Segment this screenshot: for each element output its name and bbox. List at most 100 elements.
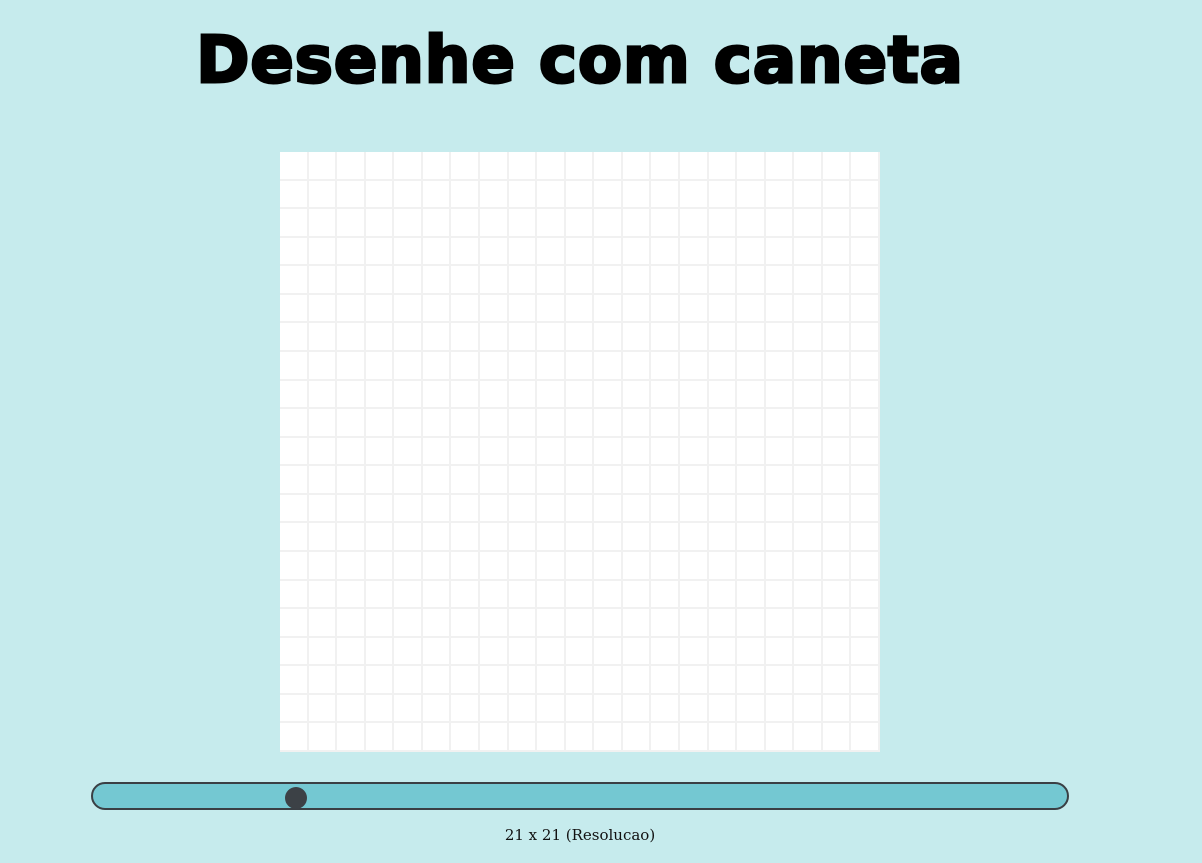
canvas-cell[interactable] <box>822 666 852 695</box>
canvas-cell[interactable] <box>422 152 452 181</box>
canvas-cell[interactable] <box>765 609 795 638</box>
canvas-cell[interactable] <box>565 609 595 638</box>
canvas-cell[interactable] <box>422 723 452 752</box>
canvas-cell[interactable] <box>594 380 623 410</box>
canvas-cell[interactable] <box>851 237 880 267</box>
canvas-cell[interactable] <box>394 380 423 410</box>
canvas-cell[interactable] <box>337 494 366 524</box>
canvas-cell[interactable] <box>451 180 480 210</box>
canvas-cell[interactable] <box>822 409 852 438</box>
canvas-cell[interactable] <box>394 209 423 238</box>
canvas-cell[interactable] <box>337 209 366 238</box>
canvas-cell[interactable] <box>422 694 452 724</box>
canvas-cell[interactable] <box>308 723 338 752</box>
canvas-cell[interactable] <box>822 494 852 524</box>
canvas-cell[interactable] <box>765 523 795 552</box>
canvas-cell[interactable] <box>594 266 623 295</box>
canvas-cell[interactable] <box>365 237 395 267</box>
canvas-cell[interactable] <box>594 523 623 552</box>
canvas-cell[interactable] <box>537 637 566 667</box>
canvas-cell[interactable] <box>537 437 566 467</box>
canvas-cell[interactable] <box>679 609 709 638</box>
canvas-cell[interactable] <box>679 266 709 295</box>
canvas-cell[interactable] <box>508 351 538 381</box>
canvas-cell[interactable] <box>708 294 738 324</box>
canvas-cell[interactable] <box>508 694 538 724</box>
canvas-cell[interactable] <box>794 609 823 638</box>
canvas-cell[interactable] <box>679 551 709 581</box>
canvas-cell[interactable] <box>280 637 309 667</box>
canvas-cell[interactable] <box>594 666 623 695</box>
canvas-cell[interactable] <box>508 637 538 667</box>
canvas-cell[interactable] <box>479 494 509 524</box>
canvas-cell[interactable] <box>479 666 509 695</box>
canvas-cell[interactable] <box>308 551 338 581</box>
canvas-cell[interactable] <box>365 323 395 352</box>
canvas-cell[interactable] <box>422 437 452 467</box>
canvas-cell[interactable] <box>822 323 852 352</box>
canvas-cell[interactable] <box>280 180 309 210</box>
canvas-cell[interactable] <box>280 323 309 352</box>
canvas-cell[interactable] <box>451 523 480 552</box>
canvas-cell[interactable] <box>537 609 566 638</box>
canvas-cell[interactable] <box>537 694 566 724</box>
canvas-cell[interactable] <box>737 180 766 210</box>
canvas-cell[interactable] <box>594 237 623 267</box>
canvas-cell[interactable] <box>479 209 509 238</box>
canvas-cell[interactable] <box>508 294 538 324</box>
canvas-cell[interactable] <box>822 294 852 324</box>
canvas-cell[interactable] <box>508 466 538 495</box>
canvas-cell[interactable] <box>622 209 652 238</box>
canvas-cell[interactable] <box>594 180 623 210</box>
canvas-cell[interactable] <box>537 523 566 552</box>
canvas-cell[interactable] <box>651 266 680 295</box>
canvas-cell[interactable] <box>308 180 338 210</box>
canvas-cell[interactable] <box>365 637 395 667</box>
canvas-cell[interactable] <box>622 666 652 695</box>
canvas-cell[interactable] <box>308 694 338 724</box>
canvas-cell[interactable] <box>594 466 623 495</box>
canvas-cell[interactable] <box>394 323 423 352</box>
canvas-cell[interactable] <box>622 580 652 610</box>
canvas-cell[interactable] <box>479 409 509 438</box>
canvas-cell[interactable] <box>737 237 766 267</box>
canvas-cell[interactable] <box>651 723 680 752</box>
canvas-cell[interactable] <box>622 723 652 752</box>
canvas-cell[interactable] <box>537 323 566 352</box>
canvas-cell[interactable] <box>394 180 423 210</box>
canvas-cell[interactable] <box>394 294 423 324</box>
canvas-cell[interactable] <box>765 551 795 581</box>
canvas-cell[interactable] <box>422 180 452 210</box>
canvas-cell[interactable] <box>394 666 423 695</box>
canvas-cell[interactable] <box>537 266 566 295</box>
canvas-cell[interactable] <box>794 209 823 238</box>
canvas-cell[interactable] <box>508 437 538 467</box>
canvas-cell[interactable] <box>679 437 709 467</box>
canvas-cell[interactable] <box>479 237 509 267</box>
canvas-cell[interactable] <box>508 409 538 438</box>
canvas-cell[interactable] <box>451 637 480 667</box>
canvas-cell[interactable] <box>765 152 795 181</box>
canvas-cell[interactable] <box>794 266 823 295</box>
canvas-cell[interactable] <box>708 351 738 381</box>
canvas-cell[interactable] <box>794 294 823 324</box>
canvas-cell[interactable] <box>365 580 395 610</box>
canvas-cell[interactable] <box>337 237 366 267</box>
canvas-cell[interactable] <box>508 237 538 267</box>
canvas-cell[interactable] <box>394 409 423 438</box>
canvas-cell[interactable] <box>737 551 766 581</box>
canvas-cell[interactable] <box>537 409 566 438</box>
canvas-cell[interactable] <box>451 351 480 381</box>
canvas-cell[interactable] <box>537 723 566 752</box>
canvas-cell[interactable] <box>479 351 509 381</box>
canvas-cell[interactable] <box>565 694 595 724</box>
canvas-cell[interactable] <box>565 494 595 524</box>
canvas-cell[interactable] <box>594 437 623 467</box>
canvas-cell[interactable] <box>508 523 538 552</box>
canvas-cell[interactable] <box>508 551 538 581</box>
canvas-cell[interactable] <box>708 609 738 638</box>
canvas-cell[interactable] <box>365 437 395 467</box>
canvas-cell[interactable] <box>737 466 766 495</box>
canvas-cell[interactable] <box>794 551 823 581</box>
canvas-cell[interactable] <box>765 666 795 695</box>
